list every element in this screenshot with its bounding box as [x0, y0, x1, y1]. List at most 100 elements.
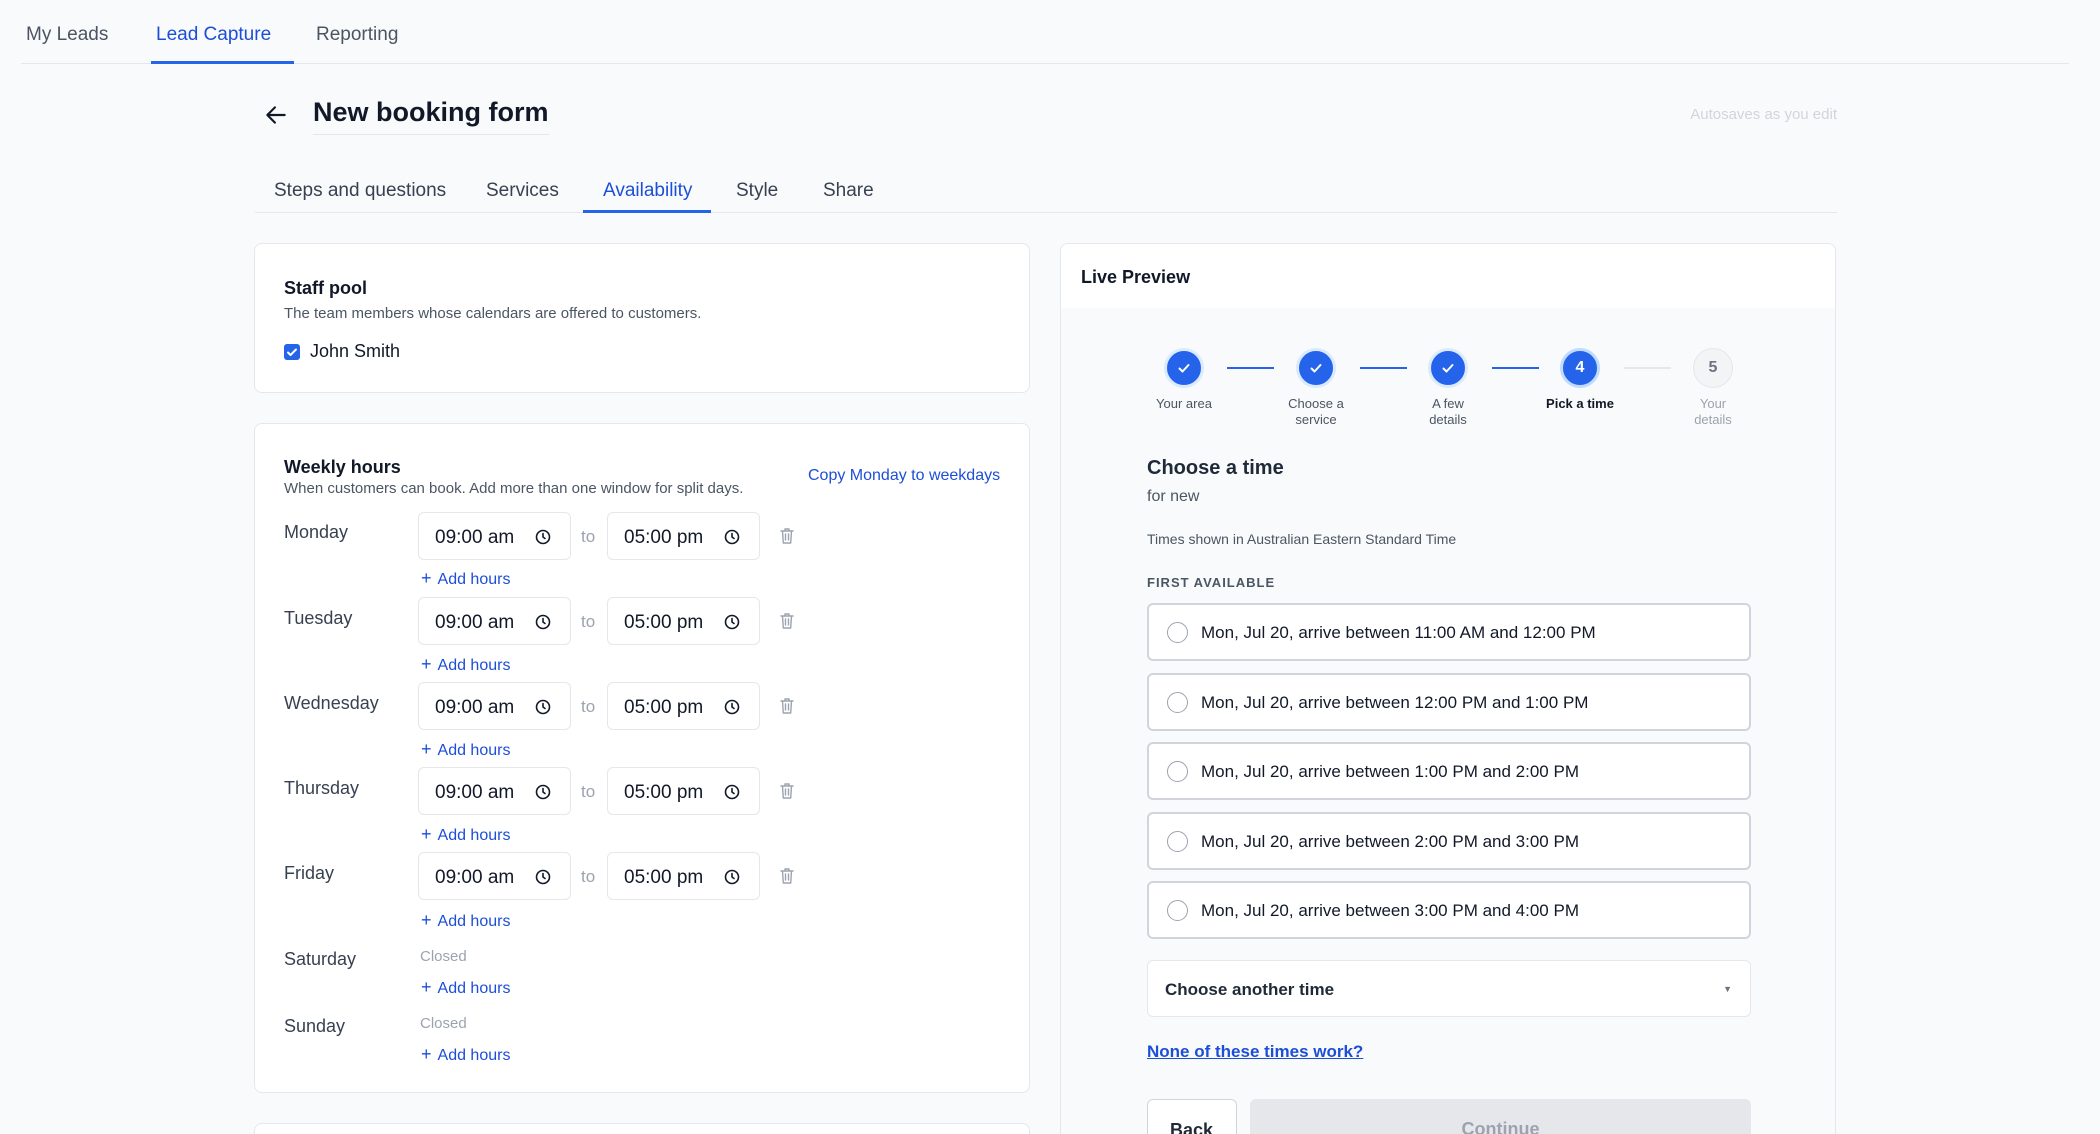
staff-checkbox[interactable]: [284, 344, 300, 360]
radio-button[interactable]: [1167, 831, 1188, 852]
radio-button[interactable]: [1167, 900, 1188, 921]
continue-button[interactable]: Continue: [1250, 1099, 1751, 1134]
to-label: to: [581, 867, 596, 886]
tuesday-start-time[interactable]: 09:00 am: [418, 597, 571, 645]
weekly-hours-title: Weekly hours: [284, 457, 401, 477]
tab-share[interactable]: Share: [823, 180, 874, 202]
time-slot-label: Mon, Jul 20, arrive between 2:00 PM and …: [1201, 832, 1579, 851]
add-hours-label: Add hours: [437, 571, 511, 588]
tab-style[interactable]: Style: [736, 180, 778, 202]
time-value: 09:00 am: [435, 527, 515, 548]
plus-icon: +: [421, 568, 432, 588]
time-value: 09:00 am: [435, 612, 515, 633]
copy-monday-link[interactable]: Copy Monday to weekdays: [808, 467, 1000, 485]
tab-reporting[interactable]: Reporting: [316, 24, 398, 46]
live-preview-title: Live Preview: [1081, 267, 1191, 287]
tab-my-leads[interactable]: My Leads: [26, 24, 108, 46]
tab-services[interactable]: Services: [486, 180, 559, 202]
thursday-end-time[interactable]: 05:00 pm: [607, 767, 760, 815]
staff-member-name[interactable]: John Smith: [310, 341, 400, 362]
clock-icon: [724, 784, 740, 800]
time-slot-option[interactable]: Mon, Jul 20, arrive between 1:00 PM and …: [1147, 742, 1751, 800]
time-slot-option[interactable]: Mon, Jul 20, arrive between 11:00 AM and…: [1147, 603, 1751, 661]
wednesday-end-time[interactable]: 05:00 pm: [607, 682, 760, 730]
checkmark-icon: [1442, 364, 1454, 373]
clock-icon: [535, 784, 551, 800]
trash-icon[interactable]: [779, 527, 795, 545]
time-slot-label: Mon, Jul 20, arrive between 1:00 PM and …: [1201, 762, 1579, 781]
checkmark-icon: [1178, 364, 1190, 373]
back-button[interactable]: Back: [1147, 1099, 1237, 1134]
step-1-complete: [1164, 348, 1204, 388]
to-label: to: [581, 697, 596, 716]
closed-label-saturday: Closed: [420, 948, 467, 965]
time-value: 05:00 pm: [624, 782, 704, 803]
step-2-complete: [1296, 348, 1336, 388]
add-hours-monday[interactable]: + Add hours: [421, 568, 510, 589]
add-hours-saturday[interactable]: + Add hours: [421, 977, 510, 998]
add-hours-tuesday[interactable]: + Add hours: [421, 654, 510, 675]
weekly-hours-card: Weekly hours When customers can book. Ad…: [254, 423, 1030, 1093]
back-arrow-icon[interactable]: [263, 102, 289, 128]
step-3-complete: [1428, 348, 1468, 388]
plus-icon: +: [421, 739, 432, 759]
step-label: A few details: [1429, 396, 1467, 427]
time-slot-option[interactable]: Mon, Jul 20, arrive between 3:00 PM and …: [1147, 881, 1751, 939]
none-of-these-times-link[interactable]: None of these times work?: [1147, 1042, 1363, 1062]
add-hours-friday[interactable]: + Add hours: [421, 910, 510, 931]
time-value: 05:00 pm: [624, 527, 704, 548]
trash-icon[interactable]: [779, 782, 795, 800]
trash-icon[interactable]: [779, 867, 795, 885]
radio-button[interactable]: [1167, 761, 1188, 782]
monday-start-time[interactable]: 09:00 am: [418, 512, 571, 560]
time-slot-option[interactable]: Mon, Jul 20, arrive between 12:00 PM and…: [1147, 673, 1751, 731]
staff-pool-title: Staff pool: [284, 278, 367, 298]
monday-end-time[interactable]: 05:00 pm: [607, 512, 760, 560]
stepper-connector: [1492, 367, 1539, 369]
time-slot-option[interactable]: Mon, Jul 20, arrive between 2:00 PM and …: [1147, 812, 1751, 870]
choose-another-time-dropdown[interactable]: Choose another time ▼: [1147, 960, 1751, 1017]
page-title[interactable]: New booking form: [313, 97, 549, 135]
clock-icon: [535, 614, 551, 630]
thursday-start-time[interactable]: 09:00 am: [418, 767, 571, 815]
time-value: 09:00 am: [435, 867, 515, 888]
day-label-thursday: Thursday: [284, 778, 360, 798]
tab-steps-and-questions[interactable]: Steps and questions: [274, 180, 446, 202]
choose-time-heading: Choose a time: [1147, 457, 1284, 479]
plus-icon: +: [421, 824, 432, 844]
step-5-upcoming: 5: [1693, 348, 1733, 388]
clock-icon: [724, 869, 740, 885]
tab-availability[interactable]: Availability: [603, 180, 692, 202]
trash-icon[interactable]: [779, 612, 795, 630]
add-hours-sunday[interactable]: + Add hours: [421, 1044, 510, 1065]
friday-start-time[interactable]: 09:00 am: [418, 852, 571, 900]
choose-another-time-label: Choose another time: [1165, 980, 1335, 999]
stepper-connector: [1624, 367, 1671, 369]
radio-button[interactable]: [1167, 622, 1188, 643]
time-value: 05:00 pm: [624, 697, 704, 718]
to-label: to: [581, 527, 596, 546]
trash-icon[interactable]: [779, 697, 795, 715]
time-value: 09:00 am: [435, 782, 515, 803]
active-subtab-indicator: [583, 210, 711, 213]
step-label: Pick a time: [1546, 396, 1614, 411]
autosave-status: Autosaves as you edit: [1690, 106, 1837, 123]
radio-button[interactable]: [1167, 692, 1188, 713]
weekly-hours-subtitle: When customers can book. Add more than o…: [284, 480, 744, 497]
checkmark-icon: [1310, 364, 1322, 373]
top-navigation: My Leads Lead Capture Reporting: [21, 0, 2069, 64]
clock-icon: [535, 529, 551, 545]
continue-button-label: Continue: [1461, 1119, 1540, 1134]
wednesday-start-time[interactable]: 09:00 am: [418, 682, 571, 730]
clock-icon: [535, 699, 551, 715]
day-label-saturday: Saturday: [284, 949, 357, 969]
tuesday-end-time[interactable]: 05:00 pm: [607, 597, 760, 645]
add-hours-thursday[interactable]: + Add hours: [421, 824, 510, 845]
day-label-sunday: Sunday: [284, 1016, 346, 1036]
friday-end-time[interactable]: 05:00 pm: [607, 852, 760, 900]
plus-icon: +: [421, 654, 432, 674]
tab-lead-capture[interactable]: Lead Capture: [156, 24, 271, 46]
add-hours-wednesday[interactable]: + Add hours: [421, 739, 510, 760]
add-hours-label: Add hours: [437, 657, 511, 674]
live-preview-panel: Live Preview 4 5 Your area Choose a serv…: [1060, 243, 1836, 1134]
